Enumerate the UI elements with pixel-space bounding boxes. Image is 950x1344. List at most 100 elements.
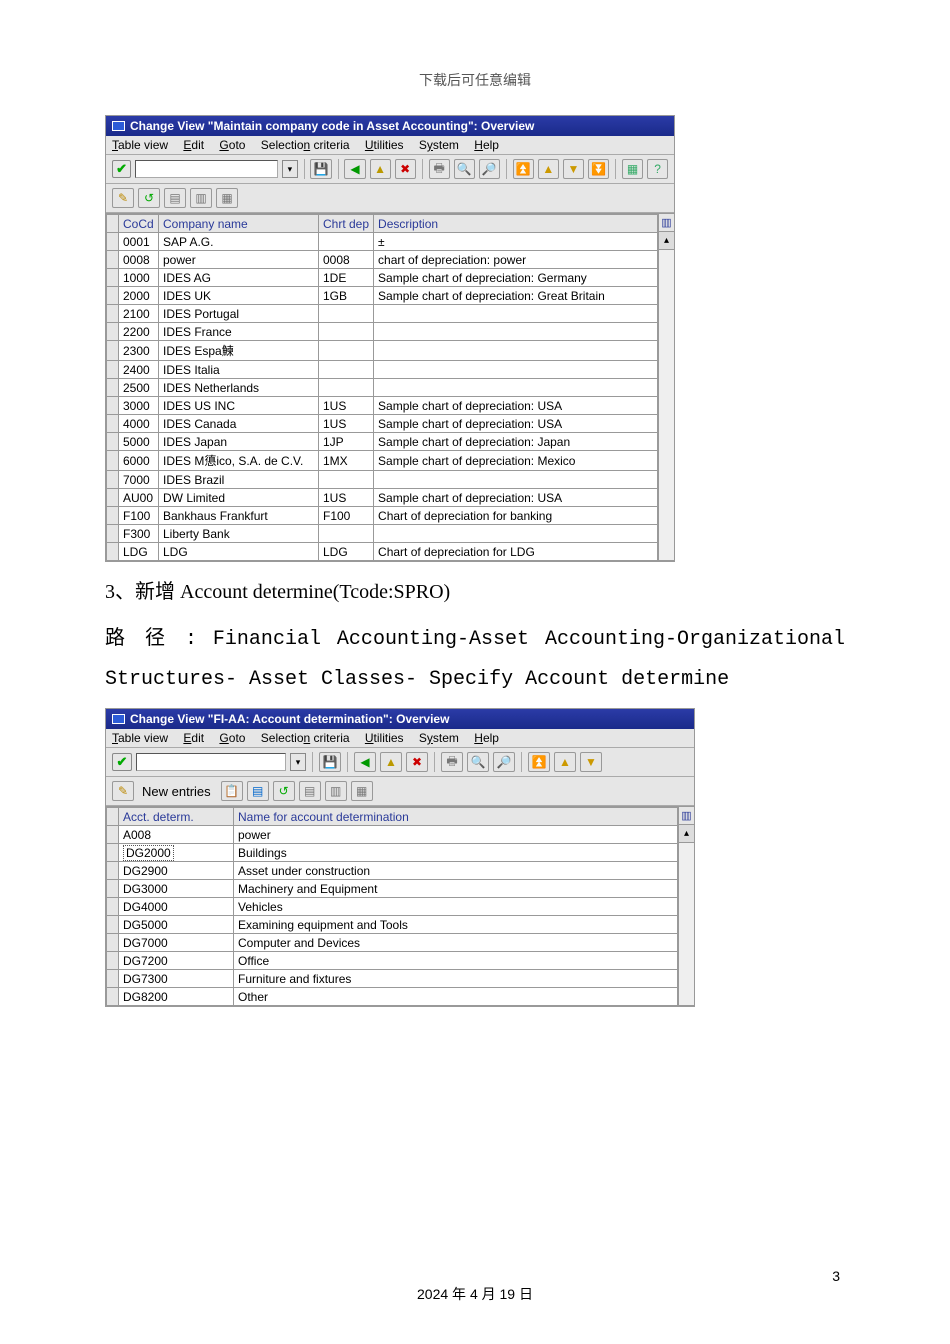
row-select[interactable]: [107, 934, 119, 952]
menu-selection[interactable]: Selection criteria: [261, 731, 350, 745]
table-row[interactable]: DG2000Buildings: [107, 844, 678, 862]
cell-company-name[interactable]: Bankhaus Frankfurt: [159, 507, 319, 525]
cell-company-name[interactable]: IDES US INC: [159, 397, 319, 415]
next-page-icon[interactable]: ▼: [563, 159, 584, 179]
scroll-up-icon[interactable]: ▴: [659, 232, 674, 250]
row-select-header[interactable]: [107, 215, 119, 233]
menu-utilities[interactable]: Utilities: [365, 731, 404, 745]
cell-chrt-dep[interactable]: [319, 305, 374, 323]
table-row[interactable]: DG2900Asset under construction: [107, 862, 678, 880]
cell-company-name[interactable]: IDES France: [159, 323, 319, 341]
cell-description[interactable]: Sample chart of depreciation: USA: [374, 415, 658, 433]
table-row[interactable]: DG5000Examining equipment and Tools: [107, 916, 678, 934]
pencil-icon[interactable]: ✎: [112, 781, 134, 801]
menu-system[interactable]: System: [419, 138, 459, 152]
menu-table-view[interactable]: Table view: [112, 731, 168, 745]
cell-description[interactable]: Sample chart of depreciation: USA: [374, 397, 658, 415]
menu-edit[interactable]: Edit: [183, 138, 204, 152]
table-row[interactable]: DG7000Computer and Devices: [107, 934, 678, 952]
cell-description[interactable]: [374, 471, 658, 489]
cell-cocd[interactable]: 2100: [119, 305, 159, 323]
col-acct-determ[interactable]: Acct. determ.: [119, 808, 234, 826]
cell-chrt-dep[interactable]: [319, 341, 374, 361]
cell-cocd[interactable]: 0008: [119, 251, 159, 269]
cell-company-name[interactable]: IDES Japan: [159, 433, 319, 451]
table-row[interactable]: 2000IDES UK1GBSample chart of depreciati…: [107, 287, 658, 305]
cell-name[interactable]: Furniture and fixtures: [234, 970, 678, 988]
cell-cocd[interactable]: 1000: [119, 269, 159, 287]
table-row[interactable]: DG4000Vehicles: [107, 898, 678, 916]
command-field[interactable]: [136, 753, 286, 771]
row-select-header[interactable]: [107, 808, 119, 826]
cell-description[interactable]: [374, 341, 658, 361]
menu-edit[interactable]: Edit: [183, 731, 204, 745]
menu-goto[interactable]: Goto: [219, 731, 245, 745]
table-row[interactable]: LDGLDGLDGChart of depreciation for LDG: [107, 543, 658, 561]
cell-name[interactable]: Buildings: [234, 844, 678, 862]
cell-chrt-dep[interactable]: 1DE: [319, 269, 374, 287]
table-row[interactable]: DG3000Machinery and Equipment: [107, 880, 678, 898]
row-select[interactable]: [107, 507, 119, 525]
cell-chrt-dep[interactable]: [319, 361, 374, 379]
cell-acct-determ[interactable]: DG5000: [119, 916, 234, 934]
cell-name[interactable]: Examining equipment and Tools: [234, 916, 678, 934]
table-row[interactable]: DG8200Other: [107, 988, 678, 1006]
find-next-icon[interactable]: 🔎: [479, 159, 500, 179]
cell-cocd[interactable]: 3000: [119, 397, 159, 415]
prev-page-icon[interactable]: ▲: [538, 159, 559, 179]
cell-chrt-dep[interactable]: 0008: [319, 251, 374, 269]
row-select[interactable]: [107, 433, 119, 451]
cell-company-name[interactable]: IDES Portugal: [159, 305, 319, 323]
row-select[interactable]: [107, 988, 119, 1006]
scrollbar[interactable]: ▥ ▴: [678, 807, 694, 1006]
table-row[interactable]: 2300IDES Espa鰊: [107, 341, 658, 361]
table-row[interactable]: 1000IDES AG1DESample chart of depreciati…: [107, 269, 658, 287]
deselect-icon[interactable]: ▦: [216, 188, 238, 208]
cell-description[interactable]: Sample chart of depreciation: Japan: [374, 433, 658, 451]
cell-chrt-dep[interactable]: 1US: [319, 397, 374, 415]
row-select[interactable]: [107, 471, 119, 489]
col-name[interactable]: Name for account determination: [234, 808, 678, 826]
cell-name[interactable]: Asset under construction: [234, 862, 678, 880]
cell-cocd[interactable]: LDG: [119, 543, 159, 561]
back-icon[interactable]: ◀: [354, 752, 376, 772]
menu-help[interactable]: Help: [474, 731, 499, 745]
row-select[interactable]: [107, 361, 119, 379]
next-page-icon[interactable]: ▼: [580, 752, 602, 772]
cancel-icon[interactable]: ✖: [395, 159, 416, 179]
row-select[interactable]: [107, 898, 119, 916]
cell-description[interactable]: [374, 305, 658, 323]
cell-description[interactable]: chart of depreciation: power: [374, 251, 658, 269]
menu-help[interactable]: Help: [474, 138, 499, 152]
table-row[interactable]: AU00DW Limited1USSample chart of depreci…: [107, 489, 658, 507]
layout-icon[interactable]: ▦: [622, 159, 643, 179]
cell-company-name[interactable]: IDES AG: [159, 269, 319, 287]
table-row[interactable]: F300Liberty Bank: [107, 525, 658, 543]
exit-icon[interactable]: ▲: [380, 752, 402, 772]
row-select[interactable]: [107, 880, 119, 898]
find-next-icon[interactable]: 🔎: [493, 752, 515, 772]
cell-chrt-dep[interactable]: [319, 233, 374, 251]
row-select[interactable]: [107, 305, 119, 323]
prev-page-icon[interactable]: ▲: [554, 752, 576, 772]
select-all-icon[interactable]: ▤: [164, 188, 186, 208]
cell-acct-determ[interactable]: DG2900: [119, 862, 234, 880]
scroll-up-icon[interactable]: ▴: [679, 825, 694, 843]
select-all-icon[interactable]: ▤: [299, 781, 321, 801]
cell-company-name[interactable]: IDES M憄ico, S.A. de C.V.: [159, 451, 319, 471]
cell-company-name[interactable]: IDES Brazil: [159, 471, 319, 489]
find-icon[interactable]: 🔍: [454, 159, 475, 179]
cell-cocd[interactable]: 4000: [119, 415, 159, 433]
cell-name[interactable]: Machinery and Equipment: [234, 880, 678, 898]
table-row[interactable]: 7000IDES Brazil: [107, 471, 658, 489]
row-select[interactable]: [107, 489, 119, 507]
row-select[interactable]: [107, 341, 119, 361]
new-entries-button[interactable]: New entries: [142, 784, 211, 799]
print-icon[interactable]: 🖶: [429, 159, 450, 179]
last-page-icon[interactable]: ⏬: [588, 159, 609, 179]
copy-icon[interactable]: 📋: [221, 781, 243, 801]
table-row[interactable]: 0001SAP A.G.±: [107, 233, 658, 251]
row-select[interactable]: [107, 251, 119, 269]
cell-acct-determ[interactable]: DG3000: [119, 880, 234, 898]
table-settings-icon[interactable]: ▥: [679, 807, 694, 825]
